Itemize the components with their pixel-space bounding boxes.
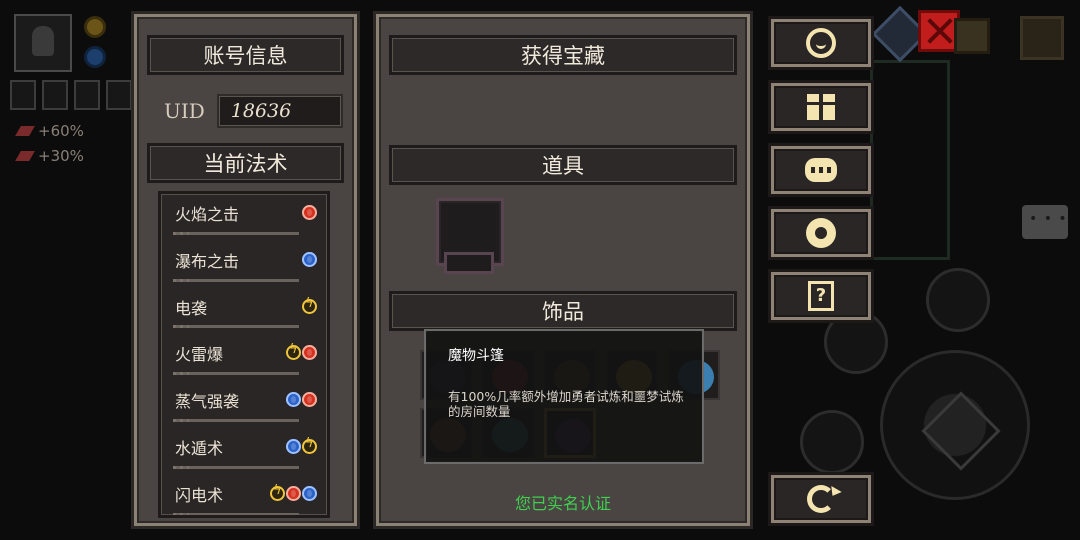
- chest-icon: [954, 18, 990, 54]
- spell-name: 闪电术: [175, 485, 224, 505]
- bee-icon: [805, 158, 837, 182]
- items-header: 道具: [389, 145, 737, 185]
- spell-item: 闪电术: [161, 475, 327, 515]
- blue-gem-icon: [84, 46, 106, 68]
- fire-skill-icon[interactable]: [800, 410, 864, 474]
- spell-name: 瀑布之击: [175, 251, 240, 271]
- thunder-element-icon: [302, 296, 317, 314]
- spell-name: 火焰之击: [175, 205, 240, 224]
- spell-name: 电袭: [175, 298, 208, 318]
- uid-value[interactable]: 18636: [216, 94, 343, 128]
- uid-row: UID 18636: [164, 94, 343, 128]
- item-slot-tab: [444, 252, 494, 274]
- spell-item: 蒸气强袭: [161, 381, 327, 428]
- spell-name: 蒸气强袭: [175, 392, 240, 412]
- dungeon-wall: [870, 60, 950, 260]
- account-panel: 账号信息 UID 18636 当前法术 火焰之击 瀑布之击 电袭 火雷爆 蒸气强…: [131, 11, 360, 529]
- spell-item: 水遁术: [161, 428, 327, 475]
- fire-element-icon: [302, 392, 317, 408]
- refresh-icon: [807, 485, 835, 513]
- spell-item: 电袭: [161, 288, 327, 335]
- gift-icon: [807, 94, 835, 120]
- thunder-element-icon: [302, 436, 317, 454]
- realname-verified-text: 您已实名认证: [514, 494, 611, 513]
- headset-icon: [806, 28, 836, 58]
- settings-button[interactable]: [768, 206, 874, 260]
- switch-account-button[interactable]: [768, 472, 874, 526]
- thunder-element-icon: [286, 342, 301, 361]
- thunder-element-icon: [270, 483, 285, 501]
- accessory-tooltip: 魔物斗篷 有100%几率额外增加勇者试炼和噩梦试炼的房间数量: [424, 329, 704, 464]
- attack-buff-value: +60%: [38, 122, 84, 140]
- fire-element-icon: [286, 485, 301, 501]
- fire-element-icon: [302, 205, 317, 220]
- chat-icon[interactable]: [1022, 205, 1068, 239]
- sword-icon: [15, 151, 35, 161]
- fire-element-icon: [302, 345, 317, 361]
- current-spells-header: 当前法术: [147, 143, 344, 183]
- tooltip-title: 魔物斗篷: [448, 348, 504, 364]
- attack-joystick[interactable]: [880, 350, 1030, 500]
- water-element-icon: [302, 251, 317, 267]
- water-element-icon: [302, 485, 317, 501]
- account-info-header: 账号信息: [147, 35, 344, 75]
- spell-name: 水遁术: [175, 438, 224, 458]
- spell-name: 火雷爆: [175, 345, 224, 365]
- sword-icon: [15, 126, 35, 136]
- spell-item: 瀑布之击: [161, 241, 327, 288]
- uid-label: UID: [164, 99, 205, 123]
- pause-icon[interactable]: [1020, 16, 1064, 60]
- tooltip-description: 有100%几率额外增加勇者试炼和噩梦试炼的房间数量: [448, 389, 684, 419]
- customer-service-button[interactable]: [768, 16, 874, 70]
- player-portrait: [14, 14, 72, 72]
- crit-buff-value: +30%: [38, 147, 84, 165]
- community-button[interactable]: [768, 143, 874, 197]
- attack-buff: +60%: [15, 122, 84, 140]
- water-element-icon: [286, 392, 301, 408]
- gift-button[interactable]: [768, 80, 874, 134]
- spell-list[interactable]: 火焰之击 瀑布之击 电袭 火雷爆 蒸气强袭 水遁术 闪电术: [158, 191, 330, 518]
- water-element-icon: [286, 438, 301, 454]
- treasure-header: 获得宝藏: [389, 35, 737, 75]
- water-skill-icon[interactable]: [926, 268, 990, 332]
- accessories-header: 饰品: [389, 291, 737, 331]
- spell-item: 火雷爆: [161, 334, 327, 381]
- status-icons: [10, 80, 132, 110]
- help-book-icon: ?: [808, 281, 834, 311]
- gold-coin-icon: [84, 16, 106, 38]
- spell-item: 火焰之击: [161, 194, 327, 241]
- gear-icon: [806, 218, 836, 248]
- help-button[interactable]: ?: [768, 269, 874, 323]
- crit-buff: +30%: [15, 147, 84, 165]
